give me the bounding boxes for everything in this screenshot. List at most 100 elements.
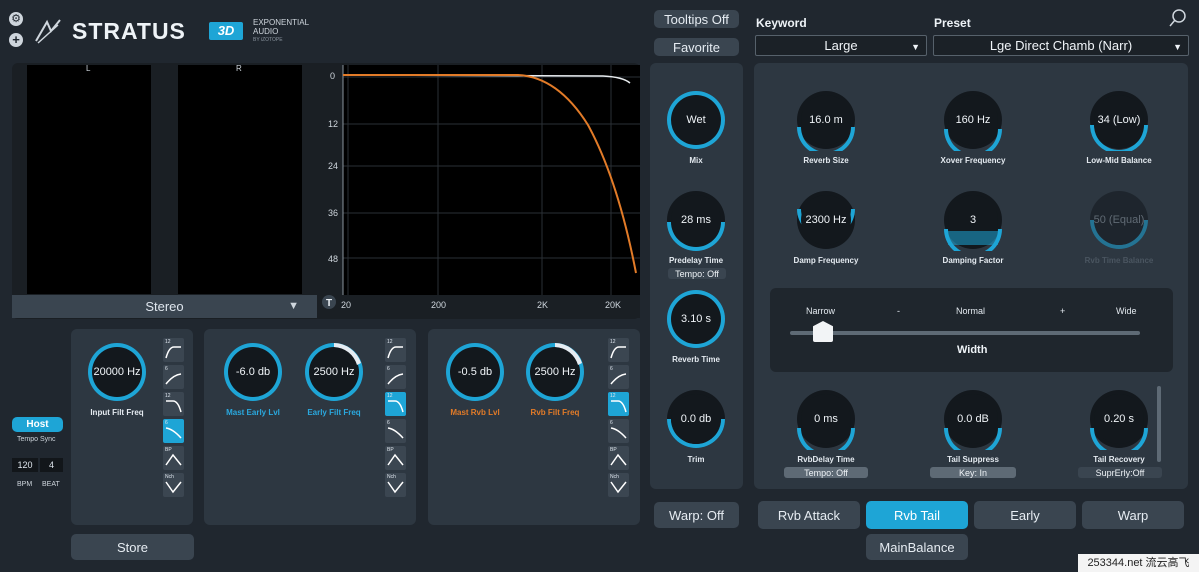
- bpm-field[interactable]: 120: [12, 458, 38, 472]
- filter-hp12-button[interactable]: 12: [163, 338, 184, 362]
- meter-left: [27, 65, 151, 294]
- keyword-select[interactable]: Large ▼: [755, 35, 927, 56]
- rvbdelay-tempo-button[interactable]: Tempo: Off: [784, 467, 868, 478]
- eq-t-button[interactable]: T: [322, 297, 336, 311]
- mast-early-lvl-knob[interactable]: -6.0 db: [222, 341, 284, 403]
- meter-left-label: L: [86, 64, 91, 73]
- scrollbar[interactable]: [1157, 386, 1161, 462]
- knob-value: 0.0 dB: [957, 413, 989, 425]
- knob-value: 16.0 m: [809, 114, 843, 126]
- x-tick-20k: 20K: [605, 300, 622, 310]
- tail-recovery-knob[interactable]: 0.20 s: [1088, 388, 1150, 450]
- filter-bp-button[interactable]: BP: [608, 446, 629, 470]
- favorite-button[interactable]: Favorite: [654, 38, 739, 56]
- filter-hp6-button[interactable]: 6: [608, 365, 629, 389]
- stereo-mode-label: Stereo: [145, 299, 184, 314]
- rvb-time-balance-label: Rvb Time Balance: [1084, 256, 1154, 265]
- tab-main-balance[interactable]: MainBalance: [866, 534, 968, 560]
- x-tick-20: 20: [341, 300, 352, 310]
- reverb-time-knob[interactable]: 3.10 s: [665, 288, 727, 350]
- low-mid-balance-label: Low-Mid Balance: [1086, 156, 1152, 165]
- key-in-button[interactable]: Key: In: [930, 467, 1016, 478]
- filter-hp6-button[interactable]: 6: [385, 365, 406, 389]
- filter-bp-button[interactable]: BP: [163, 446, 184, 470]
- y-tick-12: 12: [328, 119, 339, 129]
- predelay-time-knob[interactable]: 28 ms: [665, 189, 727, 251]
- width-wide-label: Wide: [1116, 306, 1137, 316]
- damping-factor-knob[interactable]: 3: [942, 189, 1004, 251]
- damp-frequency-knob[interactable]: 2300 Hz: [795, 189, 857, 251]
- width-slider-track[interactable]: [790, 331, 1140, 335]
- preset-select[interactable]: Lge Direct Chamb (Narr) ▼: [933, 35, 1189, 56]
- mast-rvb-lvl-knob[interactable]: -0.5 db: [444, 341, 506, 403]
- knob-value: 2500 Hz: [313, 366, 355, 378]
- tempo-sync-label: Tempo Sync: [17, 436, 56, 443]
- early-filt-freq-knob[interactable]: 2500 Hz: [303, 341, 365, 403]
- rvb-filt-freq-label: Rvb Filt Freq: [530, 408, 580, 417]
- reverb-time-label: Reverb Time: [672, 355, 720, 364]
- watermark: 253344.net 流云高飞: [1078, 554, 1199, 572]
- predelay-tempo-button[interactable]: Tempo: Off: [668, 268, 726, 279]
- filter-hp6-button[interactable]: 6: [163, 365, 184, 389]
- supr-early-button[interactable]: SuprErly:Off: [1078, 467, 1162, 478]
- settings-gear-icon[interactable]: ⚙: [9, 12, 23, 26]
- knob-value: -6.0 db: [235, 366, 271, 378]
- rvb-filt-freq-knob[interactable]: 2500 Hz: [524, 341, 586, 403]
- add-plus-icon[interactable]: +: [9, 33, 23, 47]
- tail-suppress-knob[interactable]: 0.0 dB: [942, 388, 1004, 450]
- filter-notch-button[interactable]: Nch: [385, 473, 406, 497]
- filter-hp12-button[interactable]: 12: [385, 338, 406, 362]
- y-tick-0: 0: [330, 71, 336, 81]
- maker-name: EXPONENTIAL AUDIO: [253, 18, 309, 36]
- tab-rvb-attack[interactable]: Rvb Attack: [758, 501, 860, 529]
- knob-value: 0.20 s: [1104, 413, 1134, 425]
- tab-warp[interactable]: Warp: [1082, 501, 1184, 529]
- filter-notch-button[interactable]: Nch: [608, 473, 629, 497]
- y-tick-24: 24: [328, 161, 339, 171]
- filter-lp6-button[interactable]: 6: [163, 419, 184, 443]
- predelay-time-label: Predelay Time: [668, 256, 724, 265]
- stereo-mode-select[interactable]: Stereo ▼: [12, 295, 317, 318]
- filter-lp12-button[interactable]: 12: [385, 392, 406, 416]
- low-mid-balance-knob[interactable]: 34 (Low): [1088, 89, 1150, 151]
- tab-early[interactable]: Early: [974, 501, 1076, 529]
- beat-field[interactable]: 4: [40, 458, 63, 472]
- store-button[interactable]: Store: [71, 534, 194, 560]
- filter-lp6-button[interactable]: 6: [608, 419, 629, 443]
- xover-frequency-knob[interactable]: 160 Hz: [942, 89, 1004, 151]
- filter-lp12-button[interactable]: 12: [163, 392, 184, 416]
- rvb-time-balance-knob: 50 (Equal): [1088, 189, 1150, 251]
- warp-off-button[interactable]: Warp: Off: [654, 502, 739, 528]
- search-icon[interactable]: [1168, 8, 1188, 28]
- keyword-value: Large: [824, 38, 858, 53]
- knob-value: 50 (Equal): [1093, 214, 1145, 226]
- triangle-down-icon: ▼: [288, 300, 299, 312]
- width-plus-label: +: [1060, 306, 1066, 316]
- meter-right: [178, 65, 302, 294]
- input-filt-freq-knob[interactable]: 20000 Hz: [86, 341, 148, 403]
- app-title: STRATUS: [72, 18, 186, 44]
- damping-factor-label: Damping Factor: [942, 256, 1004, 265]
- knob-value: 34 (Low): [1097, 114, 1141, 126]
- trim-knob[interactable]: 0.0 db: [665, 388, 727, 450]
- filter-hp12-button[interactable]: 12: [608, 338, 629, 362]
- chevron-down-icon: ▼: [911, 42, 920, 52]
- tab-rvb-tail[interactable]: Rvb Tail: [866, 501, 968, 529]
- reverb-size-label: Reverb Size: [803, 156, 849, 165]
- filter-bp-button[interactable]: BP: [385, 446, 406, 470]
- knob-value: Wet: [686, 114, 706, 126]
- reverb-size-knob[interactable]: 16.0 m: [795, 89, 857, 151]
- rvbdelay-time-knob[interactable]: 0 ms: [795, 388, 857, 450]
- tooltips-button[interactable]: Tooltips Off: [654, 10, 739, 28]
- filter-notch-button[interactable]: Nch: [163, 473, 184, 497]
- width-narrow-label: Narrow: [806, 306, 836, 316]
- knob-value: 160 Hz: [955, 114, 991, 126]
- width-label: Width: [957, 344, 988, 356]
- y-tick-36: 36: [328, 208, 339, 218]
- filter-lp6-button[interactable]: 6: [385, 419, 406, 443]
- eq-graph: [318, 65, 640, 318]
- mix-knob[interactable]: Wet: [665, 89, 727, 151]
- host-button[interactable]: Host: [12, 417, 63, 432]
- filter-lp12-button[interactable]: 12: [608, 392, 629, 416]
- maker-sub: BY iZOTOPE: [253, 37, 283, 43]
